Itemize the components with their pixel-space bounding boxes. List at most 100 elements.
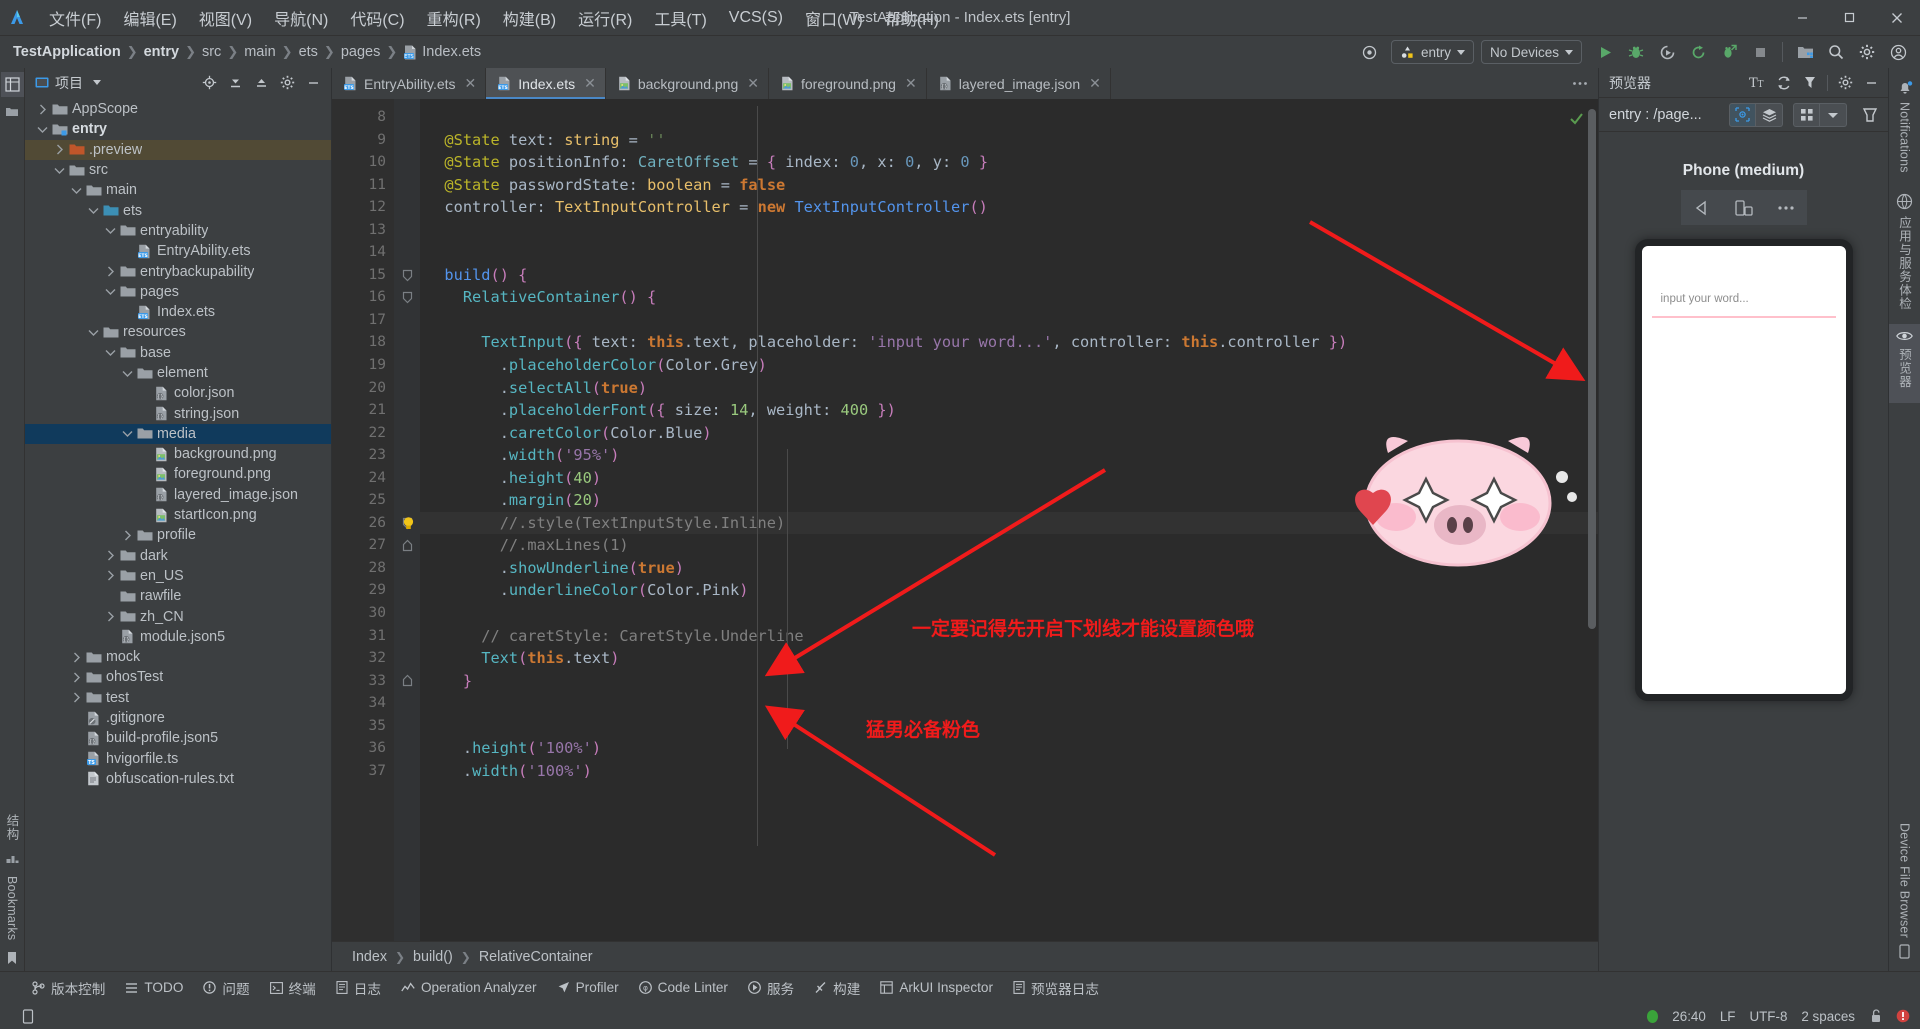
- menu-item-view[interactable]: 视图(V): [188, 2, 263, 34]
- run-with-coverage-icon[interactable]: [1653, 39, 1681, 65]
- more-icon[interactable]: [1765, 190, 1807, 225]
- previewer-settings-icon[interactable]: [1833, 71, 1858, 95]
- menu-item-build[interactable]: 构建(B): [492, 2, 567, 34]
- tree-item-module-json5[interactable]: {}module.json5: [25, 627, 331, 647]
- layers-icon[interactable]: [1756, 103, 1783, 127]
- chevron-right-icon[interactable]: [103, 611, 118, 622]
- intention-bulb-icon[interactable]: [400, 515, 417, 532]
- chevron-right-icon[interactable]: [103, 266, 118, 277]
- tree-item-layered-image-json[interactable]: {}layered_image.json: [25, 485, 331, 505]
- rail-project-icon[interactable]: [1, 72, 24, 97]
- tree-item-hvigorfile-ts[interactable]: TShvigorfile.ts: [25, 749, 331, 769]
- tree-item-dark[interactable]: dark: [25, 546, 331, 566]
- maximize-button[interactable]: [1826, 0, 1873, 36]
- tree-item-background-png[interactable]: background.png: [25, 444, 331, 464]
- status-line-separator[interactable]: LF: [1720, 1009, 1736, 1024]
- chevron-right-icon[interactable]: [103, 550, 118, 561]
- chevron-right-icon[interactable]: [120, 530, 135, 541]
- tool-window--[interactable]: 预览器日志: [1003, 975, 1109, 1001]
- editor-tab-overflow-icon[interactable]: [1562, 68, 1598, 99]
- menu-item-run[interactable]: 运行(R): [567, 2, 643, 34]
- expand-all-icon[interactable]: [249, 72, 273, 94]
- tool-window--[interactable]: 日志: [326, 975, 391, 1001]
- rail-structure-label[interactable]: 结构: [3, 814, 22, 841]
- project-title-group[interactable]: 项目: [35, 73, 101, 93]
- refresh-icon[interactable]: [1771, 71, 1796, 95]
- tree-item-entryability-ets[interactable]: ETSEntryAbility.ets: [25, 241, 331, 261]
- code-line[interactable]: controller: TextInputController = new Te…: [420, 196, 1598, 219]
- chevron-down-icon[interactable]: [35, 125, 50, 134]
- breadcrumb-main[interactable]: main: [241, 43, 278, 61]
- tool-window-operation-analyzer[interactable]: Operation Analyzer: [391, 977, 547, 998]
- tree-item-starticon-png[interactable]: startIcon.png: [25, 505, 331, 525]
- chevron-right-icon[interactable]: [69, 672, 84, 683]
- menu-item-window[interactable]: 窗口(W): [794, 2, 874, 34]
- rail-commit-icon[interactable]: [6, 852, 19, 865]
- code-line[interactable]: .placeholderColor(Color.Grey): [420, 354, 1598, 377]
- tree-item-build-profile-json5[interactable]: {}build-profile.json5: [25, 728, 331, 748]
- rotate-icon[interactable]: [1723, 190, 1765, 225]
- code-line[interactable]: // caretStyle: CaretStyle.Underline: [420, 625, 1598, 648]
- chevron-down-icon[interactable]: [120, 369, 135, 378]
- rail-notifications[interactable]: Notifications: [1889, 74, 1920, 187]
- close-tab-icon[interactable]: ✕: [747, 75, 759, 92]
- code-line[interactable]: .margin(20): [420, 489, 1598, 512]
- code-line[interactable]: //.style(TextInputStyle.Inline): [420, 512, 1598, 535]
- tool-window--[interactable]: 问题: [193, 975, 259, 1001]
- chevron-down-icon[interactable]: [69, 186, 84, 195]
- error-icon[interactable]: [1896, 1009, 1910, 1023]
- menu-item-file[interactable]: 文件(F): [38, 2, 112, 34]
- target-icon[interactable]: [1356, 39, 1384, 65]
- breadcrumb-pages[interactable]: pages: [338, 43, 384, 61]
- previewer-page-label[interactable]: entry : /page...: [1609, 107, 1702, 123]
- hide-panel-icon[interactable]: [301, 72, 325, 94]
- phone-preview[interactable]: input your word...: [1635, 239, 1853, 701]
- code-line[interactable]: [420, 602, 1598, 625]
- tree-item-ohostest[interactable]: ohosTest: [25, 667, 331, 687]
- code-line[interactable]: [420, 106, 1598, 129]
- chevron-down-icon[interactable]: [103, 226, 118, 235]
- status-encoding[interactable]: UTF-8: [1749, 1009, 1787, 1024]
- tree-item-zh-cn[interactable]: zh_CN: [25, 606, 331, 626]
- code-line[interactable]: .width('100%'): [420, 760, 1598, 783]
- code-line[interactable]: build() {: [420, 264, 1598, 287]
- font-size-icon[interactable]: TT: [1745, 71, 1770, 95]
- close-tab-icon[interactable]: ✕: [584, 75, 596, 92]
- code-line[interactable]: .showUnderline(true): [420, 557, 1598, 580]
- minimize-button[interactable]: [1779, 0, 1826, 36]
- project-tree[interactable]: AppScopeentry.previewsrcmainetsentryabil…: [25, 97, 331, 971]
- locate-file-icon[interactable]: [197, 72, 221, 94]
- tree-item-ets[interactable]: ets: [25, 200, 331, 220]
- chevron-down-icon[interactable]: [52, 166, 67, 175]
- tool-window-todo[interactable]: TODO: [115, 977, 193, 998]
- tree-item-obfuscation-rules-txt[interactable]: obfuscation-rules.txt: [25, 769, 331, 789]
- breadcrumb-src[interactable]: src: [199, 43, 224, 61]
- debug-icon[interactable]: [1622, 39, 1650, 65]
- status-device-icon[interactable]: [22, 1009, 34, 1024]
- back-icon[interactable]: [1681, 190, 1723, 225]
- tool-window--[interactable]: 版本控制: [22, 975, 115, 1001]
- chevron-down-icon[interactable]: [1820, 103, 1847, 127]
- code-line[interactable]: .width('95%'): [420, 444, 1598, 467]
- rail-app-service[interactable]: 应用与服务体检: [1889, 187, 1920, 325]
- project-settings-icon[interactable]: [275, 72, 299, 94]
- close-tab-icon[interactable]: ✕: [1089, 75, 1101, 92]
- editor-tab-index-ets[interactable]: ETSIndex.ets✕: [486, 68, 606, 99]
- code-line[interactable]: //.maxLines(1): [420, 534, 1598, 557]
- rail-previewer[interactable]: 预览器: [1889, 324, 1920, 403]
- editor-tab-background-png[interactable]: background.png✕: [606, 68, 769, 99]
- code-content[interactable]: @State text: string = '' @State position…: [420, 99, 1598, 941]
- lock-icon[interactable]: [1869, 1009, 1882, 1023]
- grid-icon[interactable]: [1793, 103, 1820, 127]
- editor-breadcrumb-method[interactable]: build(): [413, 949, 453, 965]
- tool-window-code-linter[interactable]: φCode Linter: [629, 977, 738, 998]
- bookmarks-icon[interactable]: [6, 951, 18, 965]
- run-icon[interactable]: [1591, 39, 1619, 65]
- tree-item-main[interactable]: main: [25, 180, 331, 200]
- fold-marker-icon[interactable]: [394, 534, 420, 557]
- menu-item-code[interactable]: 代码(C): [339, 2, 415, 34]
- chevron-right-icon[interactable]: [69, 692, 84, 703]
- menu-item-navigate[interactable]: 导航(N): [263, 2, 339, 34]
- chevron-right-icon[interactable]: [103, 570, 118, 581]
- tree-item-color-json[interactable]: {}color.json: [25, 383, 331, 403]
